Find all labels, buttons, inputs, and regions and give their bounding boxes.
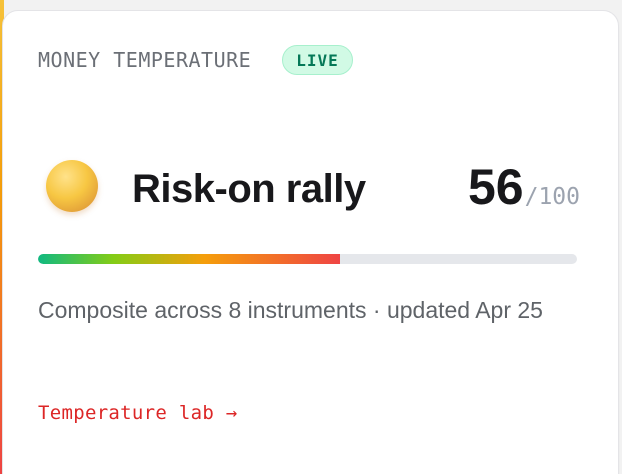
score: 56 /100 (468, 157, 580, 217)
score-value: 56 (467, 159, 524, 215)
live-badge: LIVE (282, 45, 353, 75)
temperature-bar (38, 254, 577, 264)
page: MONEY TEMPERATURE LIVE Risk-on rally 56 … (0, 0, 622, 474)
sun-orb-icon (46, 160, 98, 212)
card-eyebrow: MONEY TEMPERATURE (38, 48, 252, 72)
description: Composite across 8 instruments · updated… (38, 297, 543, 323)
state-label: Risk-on rally (132, 167, 366, 211)
score-max: /100 (524, 184, 580, 210)
temperature-bar-fill (38, 254, 340, 264)
card-header: MONEY TEMPERATURE LIVE (38, 45, 353, 75)
temperature-lab-link[interactable]: Temperature lab → (38, 402, 238, 424)
